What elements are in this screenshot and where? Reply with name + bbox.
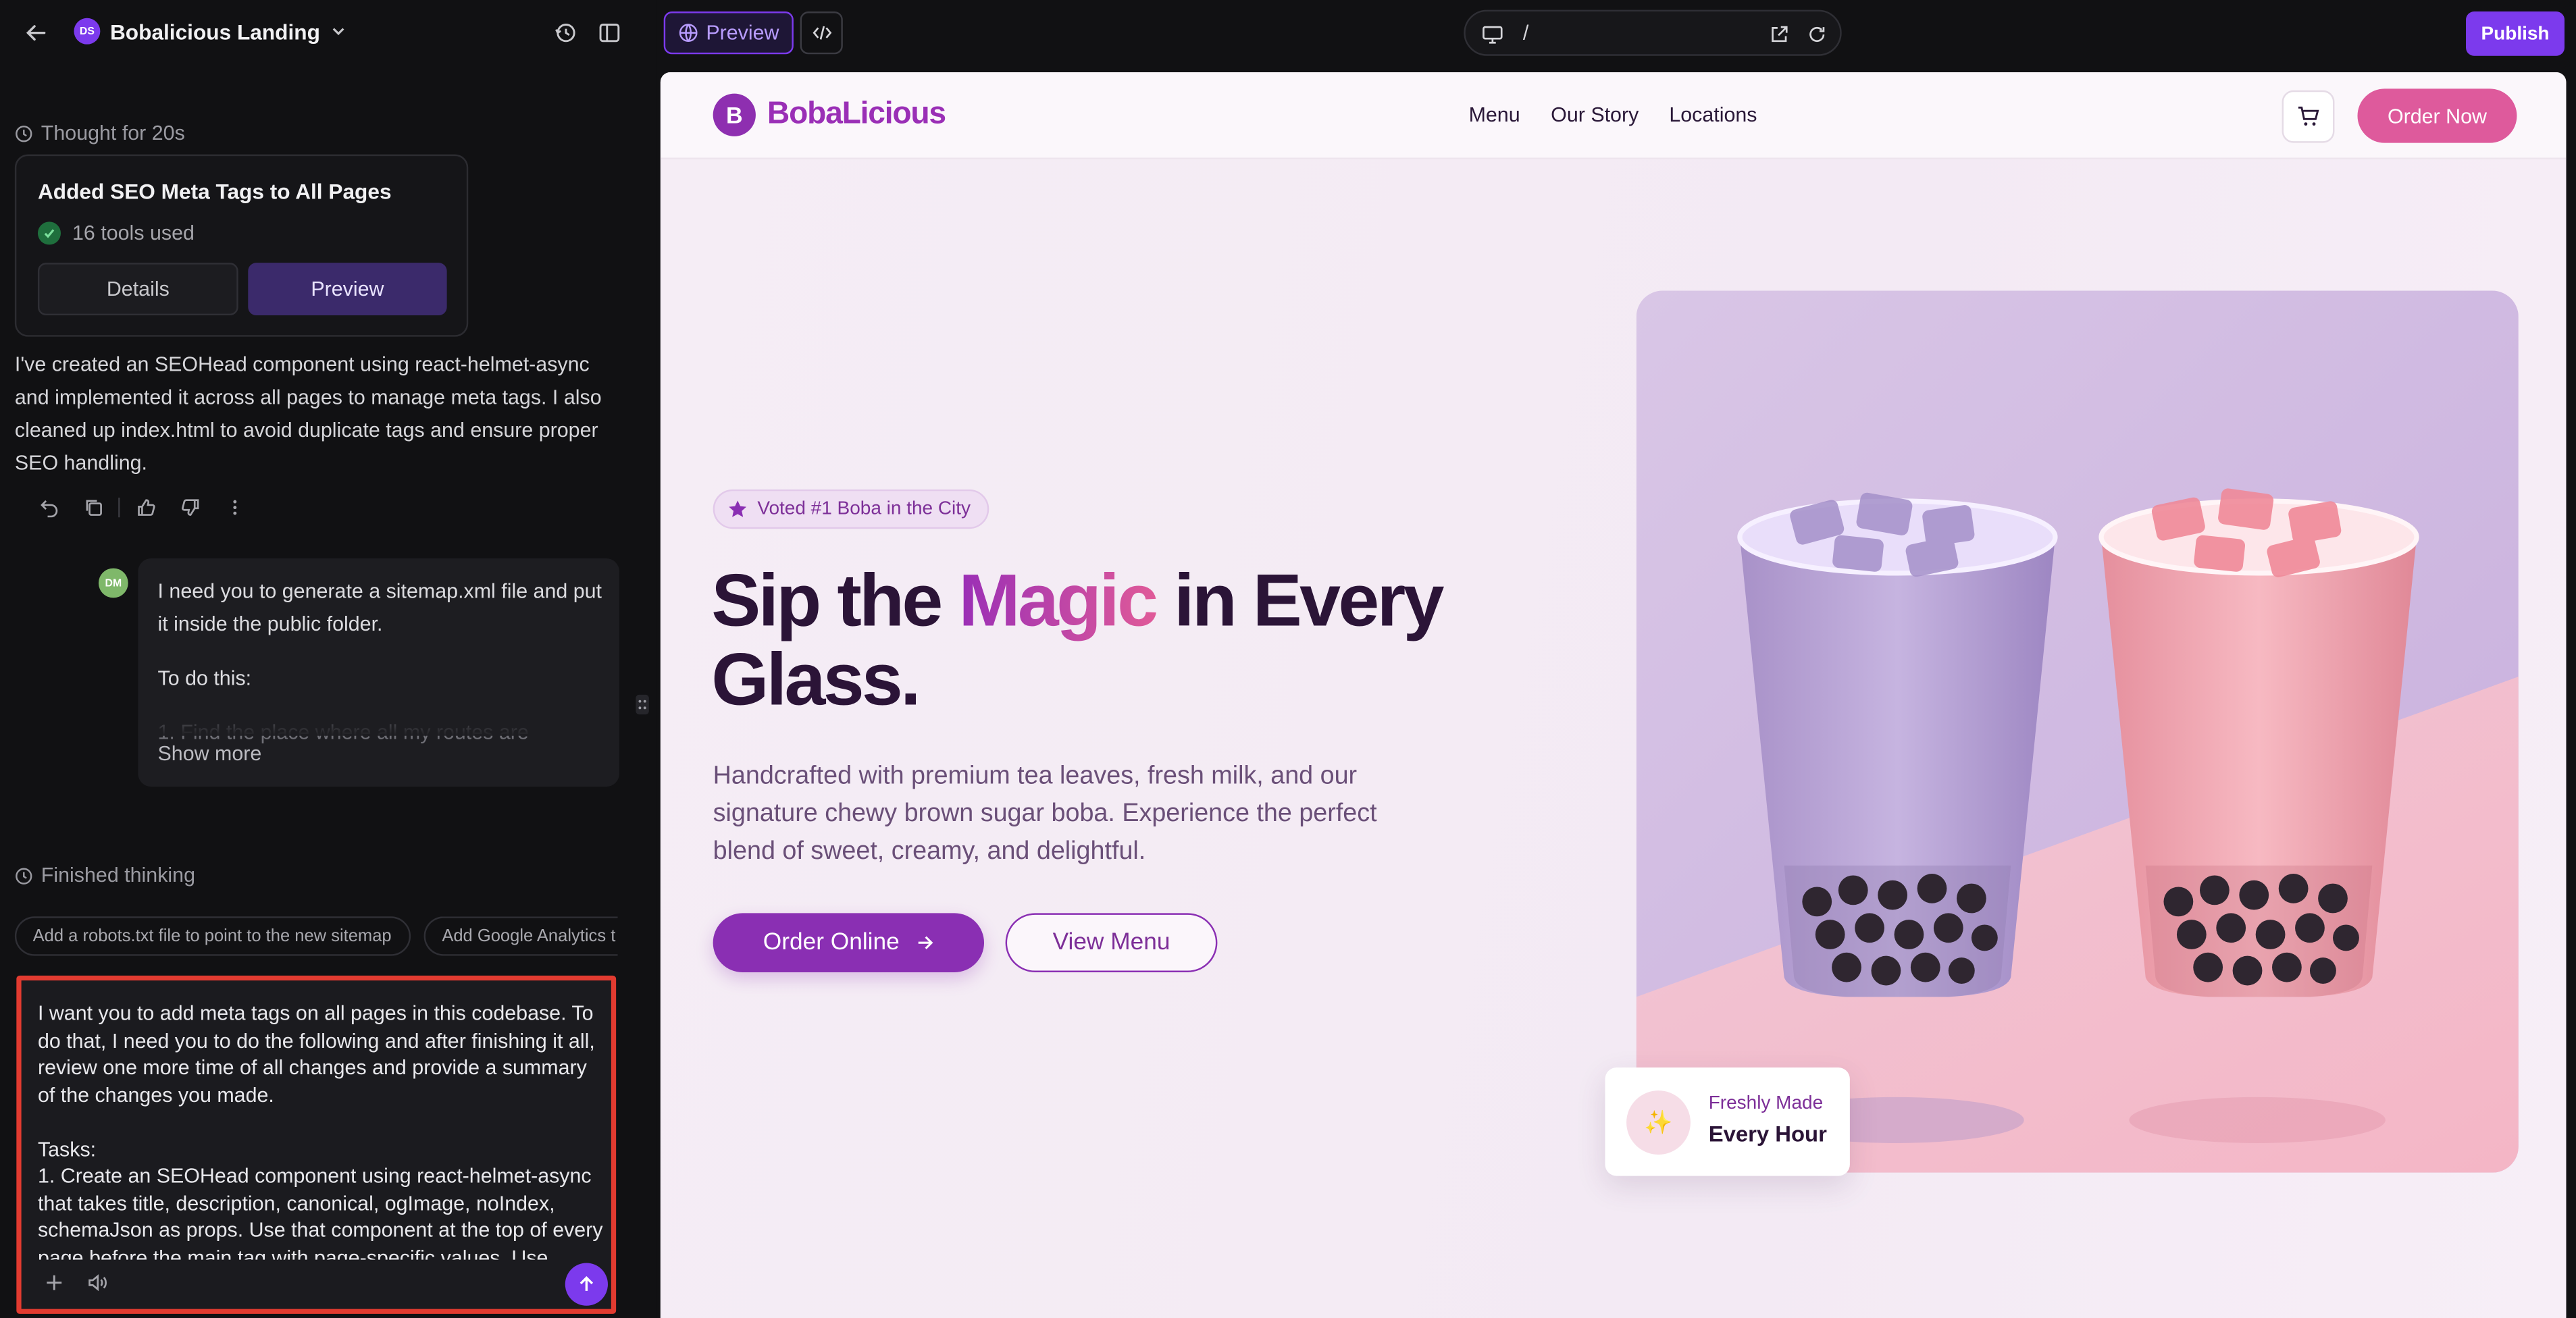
fade-overlay xyxy=(138,709,620,736)
nav-link-menu[interactable]: Menu xyxy=(1469,103,1520,126)
thumbs-up-icon[interactable] xyxy=(123,493,168,523)
tools-used: 16 tools used xyxy=(37,221,195,245)
publish-button[interactable]: Publish xyxy=(2466,11,2565,56)
preview-tab-label: Preview xyxy=(706,21,779,45)
send-button[interactable] xyxy=(565,1263,608,1306)
card-preview-button[interactable]: Preview xyxy=(248,263,447,316)
code-icon xyxy=(812,26,831,40)
more-options-icon[interactable] xyxy=(212,493,257,523)
tool-summary-card: Added SEO Meta Tags to All Pages 16 tool… xyxy=(14,154,469,337)
suggestion-chip[interactable]: Add Google Analytics t xyxy=(423,916,618,956)
finished-status[interactable]: Finished thinking xyxy=(15,864,195,887)
globe-icon xyxy=(679,24,697,43)
refresh-icon[interactable] xyxy=(1805,23,1827,45)
thought-status[interactable]: Thought for 20s xyxy=(15,122,185,144)
headline-magic: Magic xyxy=(958,558,1158,643)
thumbs-down-icon[interactable] xyxy=(168,493,212,523)
plus-icon[interactable] xyxy=(45,1271,64,1301)
clock-icon xyxy=(16,867,32,884)
hero-headline: Sip the Magic in Every Glass. xyxy=(711,561,1532,720)
order-online-label: Order Online xyxy=(763,929,900,956)
desktop-icon[interactable] xyxy=(1480,23,1503,45)
chevron-down-icon xyxy=(332,28,344,36)
hero-subtitle: Handcrafted with premium tea leaves, fre… xyxy=(713,762,1377,866)
fresh-label: Freshly Made xyxy=(1708,1093,1824,1114)
project-switcher[interactable]: DS Bobalicious Landing xyxy=(74,18,346,45)
logo-text[interactable]: BobaLicious xyxy=(767,97,946,134)
url-path[interactable]: / xyxy=(1523,22,1528,45)
details-button[interactable]: Details xyxy=(37,263,238,316)
sidebar-toggle-icon[interactable] xyxy=(595,18,625,48)
star-icon xyxy=(729,500,747,517)
resize-handle-icon[interactable] xyxy=(634,693,650,716)
back-arrow-icon[interactable] xyxy=(22,18,51,48)
arrow-up-icon xyxy=(579,1275,594,1291)
check-icon xyxy=(37,221,61,245)
logo-mark[interactable]: B xyxy=(713,93,756,136)
cart-button[interactable] xyxy=(2282,90,2335,143)
site-preview: B BobaLicious Menu Our Story Locations O… xyxy=(660,72,2567,1318)
arrow-right-icon xyxy=(917,936,933,949)
nav-link-our-story[interactable]: Our Story xyxy=(1551,103,1639,126)
voted-badge-label: Voted #1 Boba in the City xyxy=(757,499,971,519)
user-avatar: DM xyxy=(98,568,128,598)
speaker-icon[interactable] xyxy=(87,1271,109,1301)
thought-label: Thought for 20s xyxy=(41,121,185,145)
code-tab[interactable] xyxy=(800,11,843,55)
history-icon[interactable] xyxy=(550,18,580,48)
undo-icon[interactable] xyxy=(26,493,71,523)
app-root: DS Bobalicious Landing Thought for 20s A… xyxy=(0,0,2576,1318)
chat-topbar: DS Bobalicious Landing xyxy=(0,0,657,65)
finished-label: Finished thinking xyxy=(41,864,195,887)
chat-panel: DS Bobalicious Landing Thought for 20s A… xyxy=(0,0,657,1318)
user-message-p1: I need you to generate a sitemap.xml fil… xyxy=(157,579,602,636)
site-navbar: B BobaLicious Menu Our Story Locations O… xyxy=(660,72,2567,159)
copy-icon[interactable] xyxy=(71,493,115,523)
fresh-value: Every Hour xyxy=(1708,1122,1827,1146)
project-name: Bobalicious Landing xyxy=(109,18,320,44)
order-now-button[interactable]: Order Now xyxy=(2357,88,2517,143)
nav-link-locations[interactable]: Locations xyxy=(1669,103,1757,126)
app-canvas: DS Bobalicious Landing Thought for 20s A… xyxy=(0,0,2576,1318)
assistant-message: I've created an SEOHead component using … xyxy=(14,352,602,475)
user-message-p2: To do this: xyxy=(157,666,252,690)
preview-tab[interactable]: Preview xyxy=(663,11,794,55)
open-external-icon[interactable] xyxy=(1768,23,1789,45)
boba-drinks-image xyxy=(1636,290,2519,1173)
suggestion-chip[interactable]: Add a robots.txt file to point to the ne… xyxy=(14,916,411,956)
voted-badge: Voted #1 Boba in the City xyxy=(713,489,989,529)
sparkle-icon: ✨ xyxy=(1626,1090,1691,1155)
card-title: Added SEO Meta Tags to All Pages xyxy=(37,179,392,204)
user-message-bubble: I need you to generate a sitemap.xml fil… xyxy=(138,558,620,787)
project-badge: DS xyxy=(74,18,101,45)
freshly-made-card: ✨ Freshly Made Every Hour xyxy=(1605,1067,1850,1176)
divider xyxy=(118,498,120,518)
headline-part-a: Sip the xyxy=(711,558,959,643)
message-actions xyxy=(26,493,257,523)
url-bar[interactable]: / xyxy=(1464,9,1842,56)
tools-used-label: 16 tools used xyxy=(72,221,195,245)
composer-input[interactable]: I want you to add meta tags on all pages… xyxy=(38,1000,604,1260)
order-online-button[interactable]: Order Online xyxy=(713,913,985,972)
clock-icon xyxy=(16,124,32,142)
chat-composer[interactable]: I want you to add meta tags on all pages… xyxy=(16,975,617,1314)
show-more-link[interactable]: Show more xyxy=(158,742,262,765)
view-menu-button[interactable]: View Menu xyxy=(1005,913,1218,972)
cart-icon xyxy=(2298,106,2319,126)
